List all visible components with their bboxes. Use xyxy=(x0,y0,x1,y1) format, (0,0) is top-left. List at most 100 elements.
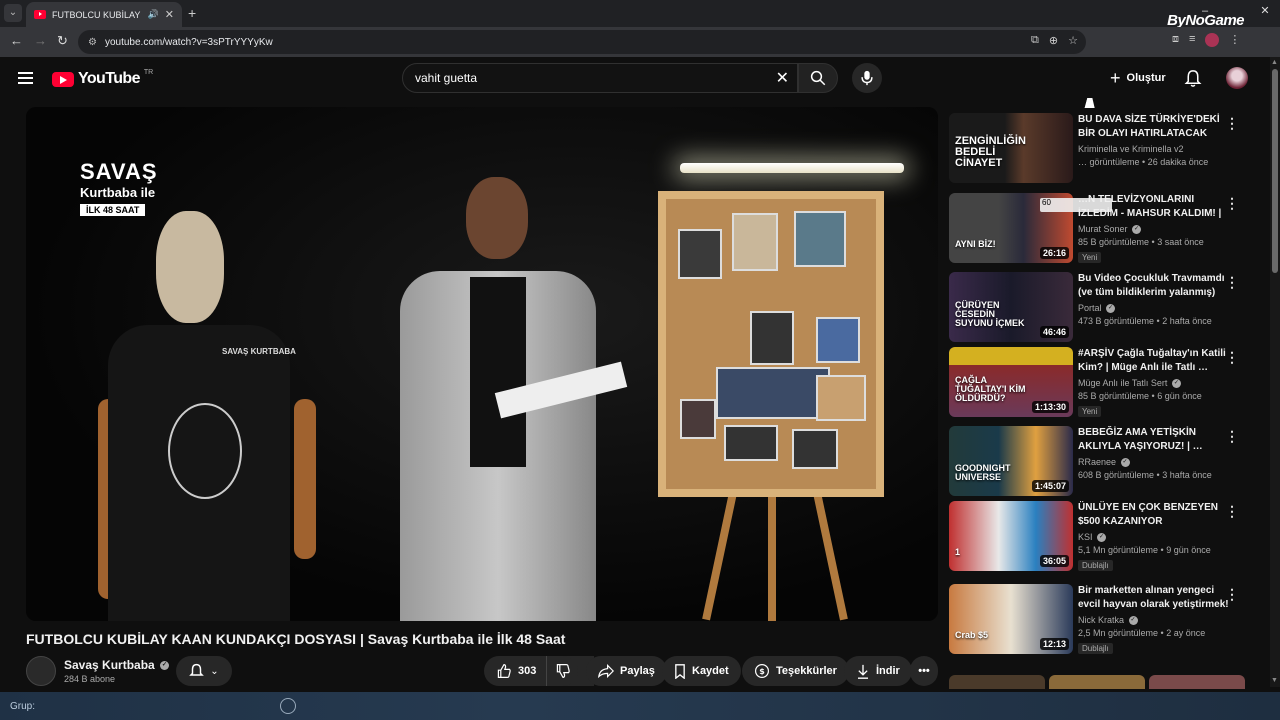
download-button[interactable]: İndir xyxy=(844,656,912,686)
recommendation-meta: 2,5 Mn görüntüleme • 2 ay önce xyxy=(1078,628,1206,639)
recommendation-item[interactable]: ZENGİNLİĞİN BEDELİ CİNAYET BU DAVA SİZE T… xyxy=(949,113,1259,183)
recommendation-meta: 473 B görüntüleme • 2 hafta önce xyxy=(1078,316,1212,327)
verified-icon: ✓ xyxy=(1097,533,1107,543)
recommendation-channel[interactable]: Kriminella ve Kriminella v2 xyxy=(1078,144,1230,154)
video-thumbnail[interactable]: ZENGİNLİĞİN BEDELİ CİNAYET xyxy=(949,113,1073,183)
speaker-icon[interactable]: 🔊 xyxy=(148,9,159,20)
recommendation-badge: Dublajlı xyxy=(1078,643,1113,655)
recommendation-title[interactable]: BEBEĞİZ AMA YETİŞKİN AKLIYLA YAŞIYORUZ! … xyxy=(1078,426,1230,454)
taskbar: Grup: xyxy=(0,692,1280,720)
recommendation-meta: 608 B görüntüleme • 3 hafta önce xyxy=(1078,470,1212,481)
back-icon[interactable]: ← xyxy=(10,33,23,48)
recommendation-channel[interactable]: Murat Soner ✓ xyxy=(1078,224,1230,235)
recommendation-item[interactable]: ÇÜRÜYEN CESEDİN SUYUNU İÇMEK 46:46 Bu Vide… xyxy=(949,272,1259,342)
profile-avatar-icon[interactable] xyxy=(1205,33,1220,47)
scrollbar-thumb[interactable] xyxy=(1272,69,1278,273)
recommendation-title[interactable]: Bir marketten alınan yengeci evcil hayva… xyxy=(1078,584,1230,612)
recommendation-item[interactable]: 1 36:05 ÜNLÜYE EN ÇOK BENZEYEN $500 KAZANI… xyxy=(949,501,1259,572)
recommendation-item[interactable]: ÇAĞLA TUĞALTAY'I KİM ÖLDÜRDÜ? 1:13:30 #ARŞ… xyxy=(949,347,1259,418)
site-info-icon[interactable]: ⚙ xyxy=(88,37,97,48)
thumbnail-text: GOODNIGHT UNIVERSE xyxy=(955,463,1011,482)
search-button[interactable] xyxy=(798,63,838,93)
youtube-favicon-icon xyxy=(34,10,46,19)
recommendation-title[interactable]: Bu Video Çocukluk Travmamdı (ve tüm bild… xyxy=(1078,272,1230,300)
media-controls-icon[interactable]: ≡ xyxy=(1189,33,1195,47)
recommendation-channel[interactable]: Nick Kratka ✓ xyxy=(1078,615,1230,626)
notifications-button[interactable] xyxy=(1184,69,1202,93)
more-actions-button[interactable]: ••• xyxy=(910,656,938,686)
url-text[interactable]: youtube.com/watch?v=3sPTrYYYyKw xyxy=(105,37,273,48)
recommendation-channel-text: Murat Soner xyxy=(1078,224,1128,234)
more-options-icon[interactable]: ⋮ xyxy=(1225,349,1239,366)
more-options-icon[interactable]: ⋮ xyxy=(1225,195,1239,212)
save-label: Kaydet xyxy=(692,665,729,677)
recommendation-title[interactable]: ÜNLÜYE EN ÇOK BENZEYEN $500 KAZANIYOR xyxy=(1078,501,1230,529)
channel-name[interactable]: Savaş Kurtbaba ✓ xyxy=(64,658,170,672)
youtube-logo[interactable]: YouTube TR xyxy=(52,69,153,88)
recommendation-channel[interactable]: KSI ✓ xyxy=(1078,532,1230,543)
search-input[interactable]: vahit guetta ✕ xyxy=(402,63,798,93)
browser-tab[interactable]: FUTBOLCU KUBİLAY KAAN 🔊 ✕ xyxy=(26,2,182,27)
more-options-icon[interactable]: ⋮ xyxy=(1225,586,1239,603)
search-query[interactable]: vahit guetta xyxy=(415,71,797,85)
menu-icon[interactable] xyxy=(18,72,33,84)
minimize-icon[interactable]: – xyxy=(1190,0,1220,22)
recommendation-title[interactable]: BU DAVA SİZE TÜRKİYE'DEKİ BİR OLAYI HATI… xyxy=(1078,113,1230,141)
scroll-down-icon[interactable]: ▼ xyxy=(1271,677,1278,684)
video-player[interactable]: SAVAŞ Kurtbaba ile İLK 48 SAAT SAVAŞ KUR… xyxy=(26,107,938,621)
board-photo xyxy=(732,213,778,271)
more-options-icon[interactable]: ⋮ xyxy=(1225,503,1239,520)
youtube-header: YouTube TR vahit guetta ✕ + Oluştur xyxy=(0,57,1270,101)
duration-badge: 1:13:30 xyxy=(1031,401,1069,413)
recommendation-channel[interactable]: Müge Anlı ile Tatlı Sert ✓ xyxy=(1078,378,1230,389)
taskbar-app-icon[interactable] xyxy=(280,698,296,714)
overlay-badge-text: 60 xyxy=(1042,198,1051,207)
extensions-icon[interactable]: ⧈ xyxy=(1172,33,1179,47)
reload-icon[interactable]: ↻ xyxy=(57,33,68,49)
board-photo xyxy=(794,211,846,267)
shirt xyxy=(470,277,526,467)
recommendation-meta: 85 B görüntüleme • 6 gün önce xyxy=(1078,391,1202,402)
recommendation-title[interactable]: #ARŞİV Çağla Tuğaltay'ın Katili Kim? | M… xyxy=(1078,347,1230,375)
overlay-badge: 60 xyxy=(1040,198,1112,212)
board-photo xyxy=(750,311,794,365)
video-thumbnail[interactable]: ÇAĞLA TUĞALTAY'I KİM ÖLDÜRDÜ? 1:13:30 xyxy=(949,347,1073,417)
bookmark-star-icon[interactable]: ☆ xyxy=(1068,34,1078,47)
recommendation-item[interactable]: Crab $5 12:13 Bir marketten alınan yengeci… xyxy=(949,584,1259,655)
browser-menu-icon[interactable]: ⋮ xyxy=(1229,33,1240,47)
clear-search-icon[interactable]: ✕ xyxy=(776,68,789,88)
save-button[interactable]: Kaydet xyxy=(662,656,741,686)
channel-avatar[interactable] xyxy=(26,656,56,686)
recommendation-channel[interactable]: Portal ✓ xyxy=(1078,303,1230,314)
maximize-icon[interactable] xyxy=(1220,0,1250,22)
tab-search-icon[interactable]: ⌄ xyxy=(4,4,22,22)
mouse-cursor-icon xyxy=(1084,98,1098,108)
install-app-icon[interactable]: ⧉ xyxy=(1031,34,1039,47)
close-tab-icon[interactable]: ✕ xyxy=(165,8,174,21)
voice-search-button[interactable] xyxy=(852,63,882,93)
new-tab-button[interactable]: + xyxy=(188,5,196,21)
video-thumbnail[interactable]: Crab $5 12:13 xyxy=(949,584,1073,654)
more-options-icon[interactable]: ⋮ xyxy=(1225,428,1239,445)
dislike-button[interactable] xyxy=(546,656,578,686)
video-thumbnail[interactable]: GOODNIGHT UNIVERSE 1:45:07 xyxy=(949,426,1073,496)
recommendation-item[interactable]: GOODNIGHT UNIVERSE 1:45:07 BEBEĞİZ AMA YET… xyxy=(949,426,1259,496)
scroll-up-icon[interactable]: ▲ xyxy=(1271,59,1278,66)
more-options-icon[interactable]: ⋮ xyxy=(1225,115,1239,132)
thumbnail-text: ÇAĞLA TUĞALTAY'I KİM ÖLDÜRDÜ? xyxy=(955,375,1026,403)
subscription-bell-button[interactable]: ⌄ xyxy=(176,656,232,686)
page-scrollbar[interactable]: ▲ ▼ xyxy=(1270,57,1280,687)
video-thumbnail[interactable]: 1 36:05 xyxy=(949,501,1073,571)
create-button[interactable]: + Oluştur xyxy=(1100,65,1176,91)
board-photo xyxy=(724,425,778,461)
more-options-icon[interactable]: ⋮ xyxy=(1225,274,1239,291)
share-button[interactable]: Paylaş xyxy=(586,656,667,686)
forward-icon[interactable]: → xyxy=(34,33,47,48)
video-thumbnail[interactable]: ÇÜRÜYEN CESEDİN SUYUNU İÇMEK 46:46 xyxy=(949,272,1073,342)
omnibox[interactable]: ⚙ youtube.com/watch?v=3sPTrYYYyKw ⧉ ⊕ ☆ xyxy=(78,30,1086,54)
close-window-icon[interactable]: ✕ xyxy=(1250,0,1280,22)
zoom-icon[interactable]: ⊕ xyxy=(1049,34,1058,47)
account-avatar[interactable] xyxy=(1226,67,1248,89)
recommendation-channel[interactable]: RRaenee ✓ xyxy=(1078,457,1230,468)
thanks-button[interactable]: $ Teşekkürler xyxy=(742,656,849,686)
